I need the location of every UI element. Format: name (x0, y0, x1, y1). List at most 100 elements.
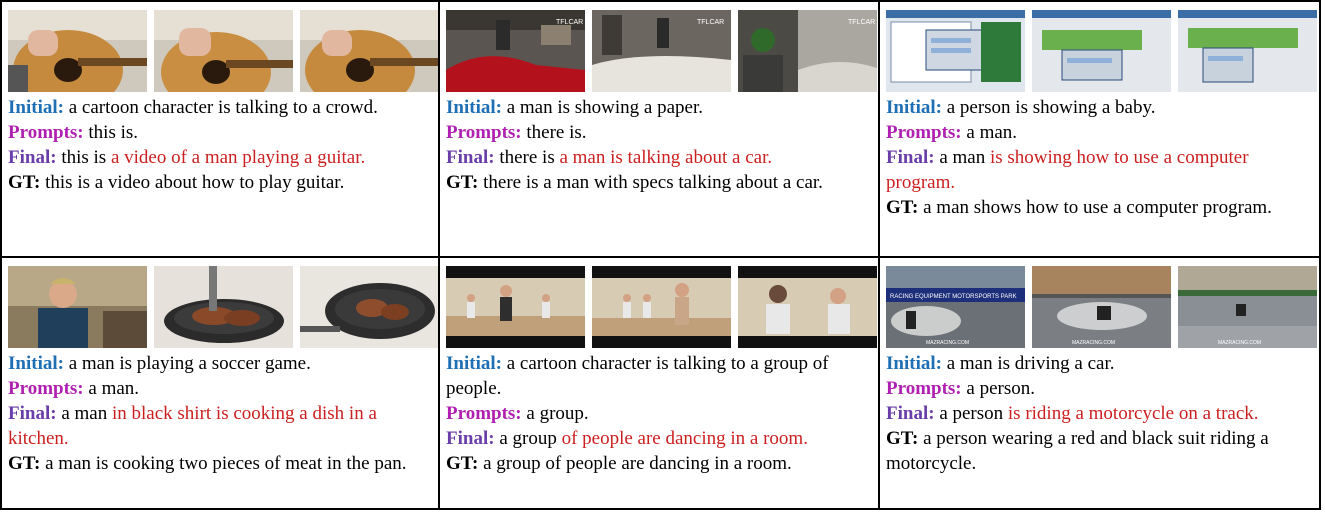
initial-caption: Initial: a man is driving a car. (886, 351, 1315, 376)
video-frames: RACING EQUIPMENT MOTORSPORTS PARK MAZRACI… (886, 266, 1317, 348)
watermark-text: MAZRACING.COM (1218, 340, 1261, 346)
prompts-label: Prompts: (8, 122, 84, 143)
prompts-label: Prompts: (886, 122, 962, 143)
gt-caption: GT: there is a man with specs talking ab… (446, 170, 874, 195)
final-generated: is riding a motorcycle on a track. (1007, 403, 1259, 424)
gt-label: GT: (8, 453, 41, 474)
gt-caption: GT: this is a video about how to play gu… (8, 170, 434, 195)
video-frame: TFLCAR (592, 10, 731, 92)
initial-caption: Initial: a person is showing a baby. (886, 95, 1315, 120)
final-prefix: this is (61, 147, 107, 168)
video-frame (738, 266, 877, 348)
example-cooking: Initial: a man is playing a soccer game.… (2, 258, 440, 508)
final-prefix: a man (61, 403, 108, 424)
gt-caption: GT: a man is cooking two pieces of meat … (8, 451, 434, 476)
video-frame (8, 266, 147, 348)
video-frame (300, 10, 438, 92)
final-caption: Final: a group of people are dancing in … (446, 426, 874, 451)
initial-label: Initial: (8, 97, 64, 118)
prompts-label: Prompts: (446, 122, 522, 143)
initial-caption: Initial: a cartoon character is talking … (446, 351, 874, 401)
video-frame (154, 10, 293, 92)
prompts-label: Prompts: (8, 378, 84, 399)
gt-label: GT: (446, 453, 479, 474)
final-generated: a video of a man playing a guitar. (110, 147, 366, 168)
gt-text: this is a video about how to play guitar… (45, 172, 345, 193)
example-motorcycle: RACING EQUIPMENT MOTORSPORTS PARK MAZRACI… (880, 258, 1319, 508)
prompts-caption: Prompts: a person. (886, 376, 1315, 401)
initial-caption: Initial: a man is showing a paper. (446, 95, 874, 120)
watermark-text: MAZRACING.COM (926, 340, 969, 346)
prompts-caption: Prompts: this is. (8, 120, 434, 145)
gt-label: GT: (886, 428, 919, 449)
gt-text: a group of people are dancing in a room. (483, 453, 792, 474)
initial-label: Initial: (446, 97, 502, 118)
watermark-text: MAZRACING.COM (1072, 340, 1115, 346)
prompts-caption: Prompts: a group. (446, 401, 874, 426)
logo-text: TFLCAR (848, 19, 875, 26)
video-frames (8, 10, 438, 92)
gt-text: there is a man with specs talking about … (483, 172, 823, 193)
logo-text: TFLCAR (556, 19, 583, 26)
video-frame (592, 266, 731, 348)
gt-text: a person wearing a red and black suit ri… (886, 428, 1269, 474)
final-caption: Final: a person is riding a motorcycle o… (886, 401, 1315, 426)
video-frame (446, 266, 585, 348)
gt-text: a man is cooking two pieces of meat in t… (45, 453, 407, 474)
gt-label: GT: (886, 197, 919, 218)
video-frame: MAZRACING.COM (1032, 266, 1171, 348)
gt-label: GT: (8, 172, 41, 193)
logo-text: TFLCAR (697, 19, 724, 26)
video-frames: TFLCAR TFLCAR TFLCAR (446, 10, 877, 92)
video-frames (886, 10, 1317, 92)
gt-caption: GT: a group of people are dancing in a r… (446, 451, 874, 476)
prompts-label: Prompts: (446, 403, 522, 424)
final-caption: Final: there is a man is talking about a… (446, 145, 874, 170)
prompts-text: a group. (526, 403, 589, 424)
video-frames (446, 266, 877, 348)
final-generated: a man is talking about a car. (559, 147, 773, 168)
final-label: Final: (446, 147, 495, 168)
video-frame (300, 266, 438, 348)
initial-caption: Initial: a cartoon character is talking … (8, 95, 434, 120)
video-frame (8, 10, 147, 92)
final-label: Final: (886, 403, 935, 424)
gt-caption: GT: a man shows how to use a computer pr… (886, 195, 1315, 220)
initial-text: a cartoon character is talking to a crow… (68, 97, 378, 118)
initial-label: Initial: (446, 353, 502, 374)
video-frame: RACING EQUIPMENT MOTORSPORTS PARK MAZRACI… (886, 266, 1025, 348)
initial-text: a man is driving a car. (946, 353, 1115, 374)
video-frame (1032, 10, 1171, 92)
prompts-label: Prompts: (886, 378, 962, 399)
final-label: Final: (8, 403, 57, 424)
final-caption: Final: this is a video of a man playing … (8, 145, 434, 170)
final-label: Final: (8, 147, 57, 168)
prompts-text: a person. (966, 378, 1035, 399)
initial-caption: Initial: a man is playing a soccer game. (8, 351, 434, 376)
initial-text: a cartoon character is talking to a grou… (446, 353, 829, 399)
prompts-text: a man. (966, 122, 1018, 143)
prompts-text: a man. (88, 378, 140, 399)
initial-label: Initial: (8, 353, 64, 374)
gt-caption: GT: a person wearing a red and black sui… (886, 426, 1315, 476)
example-dancing: Initial: a cartoon character is talking … (440, 258, 880, 508)
final-generated: of people are dancing in a room. (561, 428, 808, 449)
initial-text: a man is showing a paper. (506, 97, 703, 118)
prompts-caption: Prompts: there is. (446, 120, 874, 145)
final-caption: Final: a man is showing how to use a com… (886, 145, 1315, 195)
final-label: Final: (446, 428, 495, 449)
final-prefix: a man (939, 147, 986, 168)
example-garage: TFLCAR TFLCAR TFLCAR Initial: a man is s… (440, 2, 880, 258)
example-computer: Initial: a person is showing a baby. Pro… (880, 2, 1319, 258)
final-prefix: there is (499, 147, 555, 168)
banner-text: RACING EQUIPMENT MOTORSPORTS PARK (890, 294, 1017, 300)
gt-label: GT: (446, 172, 479, 193)
video-frame (154, 266, 293, 348)
prompts-caption: Prompts: a man. (886, 120, 1315, 145)
initial-text: a person is showing a baby. (946, 97, 1156, 118)
initial-text: a man is playing a soccer game. (68, 353, 311, 374)
video-frames (8, 266, 438, 348)
initial-label: Initial: (886, 97, 942, 118)
prompts-text: there is. (526, 122, 587, 143)
results-figure: Initial: a cartoon character is talking … (0, 0, 1321, 510)
